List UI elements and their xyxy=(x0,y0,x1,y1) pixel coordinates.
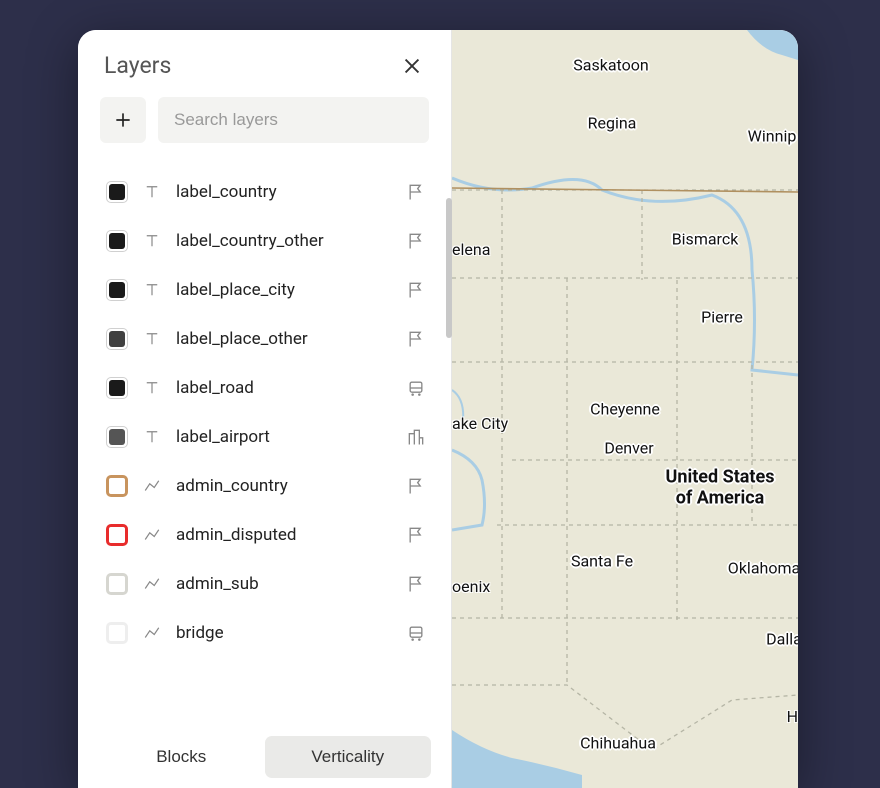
map-city-label: Bismarck xyxy=(672,230,739,249)
flag-icon[interactable] xyxy=(405,328,427,350)
layer-item[interactable]: bridge xyxy=(100,608,441,657)
text-icon xyxy=(142,329,162,349)
map-city-label: Pierre xyxy=(701,308,743,327)
layer-name-label: bridge xyxy=(176,623,391,643)
transit-icon[interactable] xyxy=(405,377,427,399)
line-icon xyxy=(142,476,162,496)
map-city-label: Regina xyxy=(588,114,637,133)
map-city-label-partial: elena xyxy=(452,240,490,259)
map-city-label: Chihuahua xyxy=(580,734,656,753)
line-icon xyxy=(142,574,162,594)
tab-verticality[interactable]: Verticality xyxy=(265,736,432,778)
close-button[interactable] xyxy=(401,55,423,77)
close-icon xyxy=(401,55,423,77)
map-country-label: United Statesof America xyxy=(665,467,774,508)
layer-swatch[interactable] xyxy=(106,524,128,546)
sidebar-header: Layers xyxy=(78,30,451,97)
search-row xyxy=(78,97,451,161)
text-icon xyxy=(142,378,162,398)
flag-icon[interactable] xyxy=(405,524,427,546)
layer-item[interactable]: label_country_other xyxy=(100,216,441,265)
layer-swatch[interactable] xyxy=(106,181,128,203)
layer-item[interactable]: label_road xyxy=(100,363,441,412)
layer-item[interactable]: admin_disputed xyxy=(100,510,441,559)
layer-swatch[interactable] xyxy=(106,426,128,448)
tab-blocks[interactable]: Blocks xyxy=(98,736,265,778)
layer-name-label: admin_disputed xyxy=(176,525,391,545)
layer-list[interactable]: label_country label_country_other label_pl… xyxy=(78,161,451,725)
layer-name-label: admin_sub xyxy=(176,574,391,594)
layer-name-label: label_place_city xyxy=(176,280,391,300)
map-city-label: Oklahoma xyxy=(728,559,798,578)
layer-item[interactable]: admin_country xyxy=(100,461,441,510)
layer-name-label: label_airport xyxy=(176,427,391,447)
add-layer-button[interactable] xyxy=(100,97,146,143)
map-city-label-partial: H xyxy=(787,707,798,726)
text-icon xyxy=(142,231,162,251)
flag-icon[interactable] xyxy=(405,573,427,595)
flag-icon[interactable] xyxy=(405,230,427,252)
map-canvas[interactable]: Saskatoon Regina Winnip Bismarck Pierre Cheye… xyxy=(452,30,798,788)
layer-name-label: label_country_other xyxy=(176,231,391,251)
map-city-label-partial: ake City xyxy=(452,414,508,433)
text-icon xyxy=(142,280,162,300)
map-city-label: Dalla xyxy=(766,630,798,649)
map-city-label: Winnip xyxy=(748,127,797,146)
layer-name-label: label_road xyxy=(176,378,391,398)
text-icon xyxy=(142,182,162,202)
map-city-label-partial: oenix xyxy=(452,577,490,596)
buildings-icon[interactable] xyxy=(405,426,427,448)
line-icon xyxy=(142,623,162,643)
layer-swatch[interactable] xyxy=(106,475,128,497)
transit-icon[interactable] xyxy=(405,622,427,644)
layer-swatch[interactable] xyxy=(106,622,128,644)
text-icon xyxy=(142,427,162,447)
layer-swatch[interactable] xyxy=(106,230,128,252)
bottom-tabs: BlocksVerticality xyxy=(78,725,451,788)
map-city-label: Cheyenne xyxy=(590,400,660,419)
layer-swatch[interactable] xyxy=(106,279,128,301)
layers-sidebar: Layers label_countrylabel_country_otherl… xyxy=(78,30,452,788)
flag-icon[interactable] xyxy=(405,181,427,203)
layer-swatch[interactable] xyxy=(106,328,128,350)
layer-item[interactable]: label_airport xyxy=(100,412,441,461)
layer-name-label: label_country xyxy=(176,182,391,202)
app-window: Layers label_countrylabel_country_otherl… xyxy=(78,30,798,788)
line-icon xyxy=(142,525,162,545)
map-city-label: Denver xyxy=(604,439,653,458)
layer-name-label: label_place_other xyxy=(176,329,391,349)
flag-icon[interactable] xyxy=(405,279,427,301)
flag-icon[interactable] xyxy=(405,475,427,497)
map-city-label: Saskatoon xyxy=(573,56,648,75)
layer-swatch[interactable] xyxy=(106,573,128,595)
sidebar-title: Layers xyxy=(104,52,171,79)
layer-item[interactable]: admin_sub xyxy=(100,559,441,608)
layer-item[interactable]: label_place_city xyxy=(100,265,441,314)
layer-item[interactable]: label_country xyxy=(100,167,441,216)
search-input[interactable] xyxy=(158,97,429,143)
layer-swatch[interactable] xyxy=(106,377,128,399)
layer-item[interactable]: label_place_other xyxy=(100,314,441,363)
layer-name-label: admin_country xyxy=(176,476,391,496)
plus-icon xyxy=(113,110,133,130)
map-city-label: Santa Fe xyxy=(571,552,633,571)
